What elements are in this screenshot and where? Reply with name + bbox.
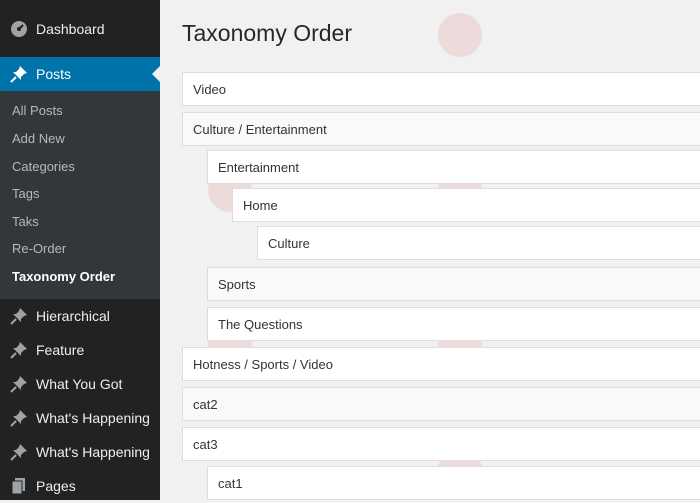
term-row[interactable]: Video: [182, 72, 700, 106]
menu-item-dashboard[interactable]: Dashboard: [0, 12, 160, 46]
term-row[interactable]: Sports: [207, 267, 700, 301]
term-row[interactable]: Entertainment: [207, 150, 700, 184]
term-row[interactable]: cat1: [207, 466, 700, 500]
menu-item-hierarchical[interactable]: Hierarchical: [0, 299, 160, 333]
term-row[interactable]: The Questions: [207, 307, 700, 341]
pin-icon: [9, 306, 29, 326]
menu-item-feature[interactable]: Feature: [0, 333, 160, 367]
term-label: Culture / Entertainment: [193, 121, 327, 137]
term-label: The Questions: [218, 316, 303, 332]
term-row[interactable]: Home: [232, 188, 700, 222]
pin-icon: [9, 340, 29, 360]
term-row[interactable]: Culture / Entertainment: [182, 112, 700, 146]
menu-item-label: Posts: [36, 66, 72, 82]
pin-icon: [9, 374, 29, 394]
menu-item-label: Feature: [36, 342, 85, 358]
term-label: Entertainment: [218, 159, 299, 175]
admin-sidebar: Dashboard Posts All Posts Add New Catego…: [0, 0, 160, 500]
dashboard-icon: [9, 19, 29, 39]
posts-submenu: All Posts Add New Categories Tags Taks R…: [0, 91, 160, 299]
menu-item-whats-happening-2[interactable]: What's Happening: [0, 435, 160, 469]
menu-item-label: Dashboard: [36, 21, 105, 37]
submenu-all-posts[interactable]: All Posts: [12, 103, 63, 119]
term-row[interactable]: cat3: [182, 427, 700, 461]
menu-item-what-you-got[interactable]: What You Got: [0, 367, 160, 401]
menu-item-pages[interactable]: Pages: [0, 469, 160, 503]
term-label: cat2: [193, 396, 218, 412]
menu-item-label: What You Got: [36, 376, 123, 392]
term-label: cat3: [193, 436, 218, 452]
menu-item-label: Pages: [36, 478, 76, 494]
submenu-taks[interactable]: Taks: [12, 214, 39, 230]
submenu-re-order[interactable]: Re-Order: [12, 241, 66, 257]
pin-icon: [9, 408, 29, 428]
submenu-categories[interactable]: Categories: [12, 159, 75, 175]
page-title: Taxonomy Order: [182, 20, 353, 46]
menu-item-label: Hierarchical: [36, 308, 110, 324]
term-row[interactable]: cat2: [182, 387, 700, 421]
term-row[interactable]: Hotness / Sports / Video: [182, 347, 700, 381]
pin-icon: [9, 64, 29, 84]
submenu-taxonomy-order[interactable]: Taxonomy Order: [12, 269, 115, 285]
term-label: Sports: [218, 276, 256, 292]
submenu-tags[interactable]: Tags: [12, 186, 39, 202]
submenu-add-new[interactable]: Add New: [12, 131, 65, 147]
menu-item-label: What's Happening: [36, 410, 150, 426]
term-label: cat1: [218, 475, 243, 491]
pages-icon: [9, 476, 29, 496]
term-label: Culture: [268, 235, 310, 251]
menu-item-whats-happening[interactable]: What's Happening: [0, 401, 160, 435]
term-label: Video: [193, 81, 227, 97]
term-label: Hotness / Sports / Video: [193, 356, 333, 372]
pin-icon: [9, 442, 29, 462]
term-label: Home: [243, 197, 278, 213]
menu-item-posts[interactable]: Posts: [0, 57, 160, 91]
menu-item-label: What's Happening: [36, 444, 150, 460]
term-row[interactable]: Culture: [257, 226, 700, 260]
